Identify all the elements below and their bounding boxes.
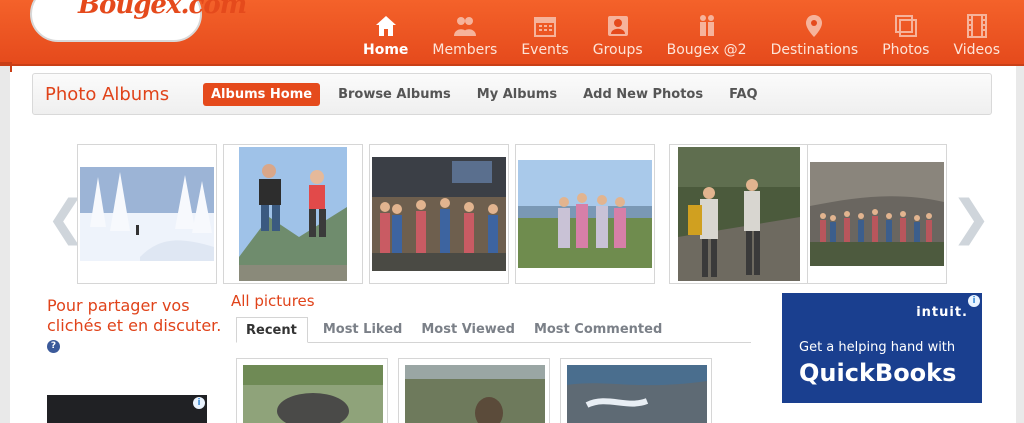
animal-photo [405, 365, 545, 423]
hikers-trail-photo [678, 147, 800, 281]
nav-videos[interactable]: Videos [941, 0, 1012, 58]
carousel-photo[interactable] [77, 144, 217, 284]
share-promo-text: Pour partager vos clichés et en discuter… [47, 296, 222, 335]
picture-thumb[interactable] [398, 358, 550, 423]
nav-bougex-2-label: Bougex @2 [666, 42, 747, 58]
nav-groups-label: Groups [592, 42, 643, 58]
picture-tabs: Recent Most Liked Most Viewed Most Comme… [236, 317, 751, 343]
coast-photo [567, 365, 707, 423]
tab-most-viewed[interactable]: Most Viewed [412, 317, 525, 342]
page-frame-right [1016, 66, 1024, 423]
ad-line2: QuickBooks [799, 359, 957, 387]
carousel-photo[interactable] [369, 144, 509, 284]
chevron-right-icon[interactable]: ❯ [951, 190, 991, 246]
ad-info-icon[interactable]: i [193, 397, 205, 409]
all-pictures-title: All pictures [231, 292, 315, 310]
share-promo: Pour partager vos clichés et en discuter… [47, 296, 222, 356]
home-icon [375, 16, 396, 36]
nav-groups[interactable]: Groups [581, 0, 655, 58]
film-icon [966, 14, 987, 38]
albums-home-link[interactable]: Albums Home [203, 82, 321, 106]
nav-destinations-label: Destinations [770, 42, 859, 58]
nav-members[interactable]: Members [420, 0, 509, 58]
site-logo[interactable]: Bougex.com [30, 0, 247, 42]
nav-bougex-2[interactable]: Bougex @2 [655, 0, 759, 58]
top-header: Bougex.com Home Members Events Groups Bo… [0, 0, 1024, 72]
calendar-icon [534, 17, 557, 37]
photo-albums-subnav: Photo Albums Albums Home Browse Albums M… [32, 73, 992, 115]
tab-most-liked[interactable]: Most Liked [314, 317, 413, 342]
carousel-photo[interactable] [807, 144, 947, 284]
nav-events[interactable]: Events [509, 0, 580, 58]
map-pin-icon [806, 15, 823, 37]
nav-photos-label: Photos [882, 42, 930, 58]
ad-line1: Get a helping hand with [799, 340, 956, 355]
tab-recent[interactable]: Recent [236, 317, 308, 343]
ad-brand-logo: intuit. [916, 305, 968, 320]
help-icon[interactable]: ? [47, 340, 60, 353]
page-title: Photo Albums [45, 83, 170, 105]
carousel-photo[interactable] [223, 144, 363, 284]
tab-most-commented[interactable]: Most Commented [525, 317, 672, 342]
elephant-photo [243, 365, 383, 423]
nav-members-label: Members [432, 42, 498, 58]
group-lodge-photo [372, 157, 506, 271]
nav-events-label: Events [521, 42, 569, 58]
page-frame-left [0, 66, 10, 423]
picture-thumb[interactable] [560, 358, 712, 423]
faq-link[interactable]: FAQ [729, 87, 758, 102]
ad-bottom-strip [782, 403, 982, 423]
logo-text: Bougex.com [78, 0, 247, 20]
ad-banner-left[interactable]: i [47, 395, 207, 423]
carousel-photo[interactable] [515, 144, 655, 284]
photos-icon [894, 15, 917, 37]
groups-icon [607, 16, 628, 36]
large-group-rocks-photo [810, 162, 944, 266]
snowy-forest-photo [80, 167, 214, 261]
summit-group-photo [518, 160, 652, 268]
browse-albums-link[interactable]: Browse Albums [338, 87, 451, 102]
nav-videos-label: Videos [953, 42, 1000, 58]
nav-photos[interactable]: Photos [870, 0, 941, 58]
add-new-photos-link[interactable]: Add New Photos [583, 87, 703, 102]
my-albums-link[interactable]: My Albums [477, 87, 557, 102]
couple-icon [699, 15, 714, 36]
quickbooks-ad[interactable]: intuit. Get a helping hand with QuickBoo… [782, 293, 982, 423]
ad-info-icon[interactable]: i [968, 295, 980, 307]
members-icon [453, 17, 476, 36]
nav-home-label: Home [363, 42, 409, 58]
nav-home[interactable]: Home [351, 0, 420, 58]
nav-destinations[interactable]: Destinations [759, 0, 871, 58]
carousel-photo[interactable] [669, 144, 809, 284]
jumping-people-photo [239, 147, 347, 281]
main-nav: Home Members Events Groups Bougex @2 Des… [351, 0, 1012, 62]
picture-thumb[interactable] [236, 358, 388, 423]
